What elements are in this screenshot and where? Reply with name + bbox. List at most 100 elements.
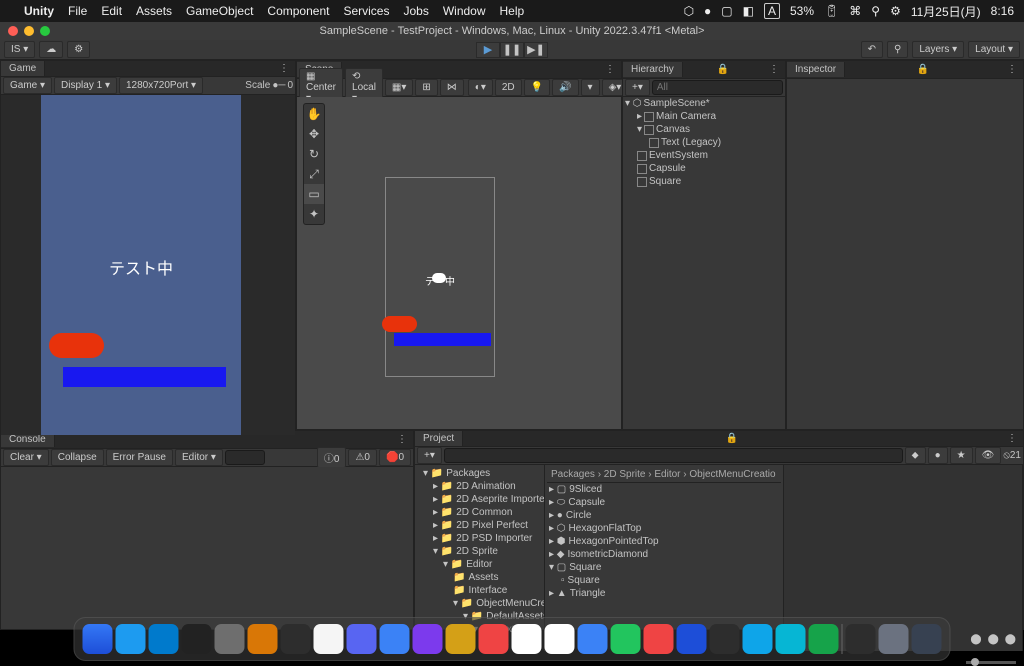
console-editor-dropdown[interactable]: Editor ▾ xyxy=(175,449,223,466)
rotate-tool[interactable]: ↻ xyxy=(304,144,324,164)
display-dropdown[interactable]: Display 1 ▾ xyxy=(54,77,117,94)
hierarchy-item-canvas[interactable]: ▾ Canvas xyxy=(623,123,785,136)
hierarchy-lock-icon[interactable]: 🔒 xyxy=(713,64,733,75)
service-icon-2[interactable]: ⬤ xyxy=(988,634,999,645)
asset-circle[interactable]: ▸ ● Circle xyxy=(547,509,781,522)
scene-panel-menu[interactable]: ⋮ xyxy=(599,64,621,75)
hand-tool[interactable]: ✋ xyxy=(304,104,324,124)
hierarchy-item-main-camera[interactable]: ▸ Main Camera xyxy=(623,110,785,123)
dock-app-icon[interactable] xyxy=(149,624,179,654)
dock-app-icon[interactable] xyxy=(314,624,344,654)
dock-app-icon[interactable] xyxy=(710,624,740,654)
console-collapse-button[interactable]: Collapse xyxy=(51,449,104,466)
search-global-button[interactable]: ⚲ xyxy=(887,41,908,58)
battery-icon[interactable]: 🔋︎ xyxy=(824,4,839,18)
inspector-lock-icon[interactable]: 🔒 xyxy=(913,64,933,75)
time-label[interactable]: 8:16 xyxy=(991,4,1014,18)
inspector-panel-menu[interactable]: ⋮ xyxy=(1001,64,1023,75)
asset-isometric-diamond[interactable]: ▸ ◆ IsometricDiamond xyxy=(547,548,781,561)
aspect-dropdown[interactable]: 1280x720Port ▾ xyxy=(119,77,203,94)
date-label[interactable]: 11月25日(月) xyxy=(911,3,981,20)
pause-button[interactable]: ❚❚ xyxy=(500,42,524,58)
asset-hexagon-pointed[interactable]: ▸ ⬢ HexagonPointedTop xyxy=(547,535,781,548)
step-button[interactable]: ▶❚ xyxy=(524,42,548,58)
proj-row-2d-pixel-perfect[interactable]: ▸ 📁 2D Pixel Perfect xyxy=(417,519,542,532)
hierarchy-create-button[interactable]: +▾ xyxy=(625,79,650,96)
dock-app-icon[interactable] xyxy=(116,624,146,654)
dock-app-icon[interactable] xyxy=(776,624,806,654)
fx-dropdown[interactable]: ▾ xyxy=(581,79,600,96)
dock-trash-icon[interactable] xyxy=(912,624,942,654)
scene-canvas-outline[interactable]: テ 中 xyxy=(385,177,495,377)
proj-row-assets[interactable]: 📁 Assets xyxy=(417,571,542,584)
asset-triangle[interactable]: ▸ ▲ Triangle xyxy=(547,587,781,600)
camera-gizmo-icon[interactable] xyxy=(432,273,446,283)
dock-app-icon[interactable] xyxy=(215,624,245,654)
project-lock-icon[interactable]: 🔒 xyxy=(722,433,742,444)
project-create-button[interactable]: +▾ xyxy=(417,447,442,464)
asset-hexagon-flat[interactable]: ▸ ⬡ HexagonFlatTop xyxy=(547,522,781,535)
dock-app-icon[interactable] xyxy=(347,624,377,654)
dock-app-icon[interactable] xyxy=(248,624,278,654)
project-hidden-button[interactable]: 👁 xyxy=(975,447,1002,464)
scene-capsule-shape[interactable] xyxy=(382,316,417,332)
menu-component[interactable]: Component xyxy=(267,4,329,18)
minimize-button[interactable] xyxy=(24,26,34,36)
asset-square[interactable]: ▫ Square xyxy=(547,574,781,587)
menu-unity[interactable]: Unity xyxy=(24,4,54,18)
console-error-count[interactable]: 🛑0 xyxy=(379,449,411,466)
dock-app-icon[interactable] xyxy=(446,624,476,654)
hierarchy-item-eventsystem[interactable]: EventSystem xyxy=(623,149,785,162)
dock-app-icon[interactable] xyxy=(578,624,608,654)
project-search-input[interactable] xyxy=(444,448,903,463)
service-icon-3[interactable]: ⬤ xyxy=(1005,634,1016,645)
2d-toggle[interactable]: 2D xyxy=(495,79,522,96)
dock-app-icon[interactable] xyxy=(182,624,212,654)
proj-row-2d-psd-importer[interactable]: ▸ 📁 2D PSD Importer xyxy=(417,532,542,545)
game-panel-menu[interactable]: ⋮ xyxy=(273,63,295,74)
dock-app-icon[interactable] xyxy=(743,624,773,654)
scale-slider[interactable]: ●─ xyxy=(272,80,285,91)
inspector-tab[interactable]: Inspector xyxy=(787,62,845,77)
proj-row-interface[interactable]: 📁 Interface xyxy=(417,584,542,597)
hierarchy-scene-row[interactable]: ▾ ⬡ SampleScene* xyxy=(623,97,785,110)
dock-app-icon[interactable] xyxy=(83,624,113,654)
project-favorite-button[interactable]: ★ xyxy=(950,447,973,464)
dock-app-icon[interactable] xyxy=(380,624,410,654)
settings-button[interactable]: ⚙ xyxy=(67,41,90,58)
dock-app-icon[interactable] xyxy=(512,624,542,654)
hierarchy-tab[interactable]: Hierarchy xyxy=(623,62,683,77)
close-button[interactable] xyxy=(8,26,18,36)
service-icon-1[interactable]: ⬤ xyxy=(970,634,981,645)
hierarchy-panel-menu[interactable]: ⋮ xyxy=(763,64,785,75)
asset-9sliced[interactable]: ▸ ▢ 9Sliced xyxy=(547,483,781,496)
console-info-count[interactable]: ⓘ0 xyxy=(317,447,347,468)
scale-tool[interactable]: ⤢ xyxy=(304,164,324,184)
unity-hub-icon[interactable]: ⬡ xyxy=(684,4,694,18)
asset-capsule[interactable]: ▸ ⬭ Capsule xyxy=(547,496,781,509)
move-tool[interactable]: ✥ xyxy=(304,124,324,144)
proj-row-packages[interactable]: ▾ 📁 Packages xyxy=(417,467,542,480)
project-filter-type-button[interactable]: ⬥ xyxy=(905,447,926,464)
dock-app-icon[interactable] xyxy=(413,624,443,654)
proj-row-2d-aseprite[interactable]: ▸ 📁 2D Aseprite Importer xyxy=(417,493,542,506)
rect-tool[interactable]: ▭ xyxy=(304,184,324,204)
menu-edit[interactable]: Edit xyxy=(101,4,122,18)
cloud-button[interactable]: ☁ xyxy=(39,41,63,58)
menu-file[interactable]: File xyxy=(68,4,87,18)
account-dropdown[interactable]: IS ▾ xyxy=(4,41,35,58)
project-breadcrumb[interactable]: Packages › 2D Sprite › Editor › ObjectMe… xyxy=(547,467,781,483)
display-icon[interactable]: ▢ xyxy=(721,4,732,18)
undo-history-button[interactable]: ↶ xyxy=(861,41,883,58)
menu-window[interactable]: Window xyxy=(443,4,486,18)
dock-app-icon[interactable] xyxy=(809,624,839,654)
console-panel-menu[interactable]: ⋮ xyxy=(391,434,413,445)
scene-square-shape[interactable] xyxy=(394,333,491,346)
hierarchy-item-text[interactable]: Text (Legacy) xyxy=(623,136,785,149)
menu-assets[interactable]: Assets xyxy=(136,4,172,18)
dock-app-icon[interactable] xyxy=(677,624,707,654)
audio-toggle[interactable]: 🔊 xyxy=(552,79,578,96)
proj-row-2d-common[interactable]: ▸ 📁 2D Common xyxy=(417,506,542,519)
screenshot-icon[interactable]: ◧ xyxy=(743,4,754,18)
dock-app-icon[interactable] xyxy=(644,624,674,654)
